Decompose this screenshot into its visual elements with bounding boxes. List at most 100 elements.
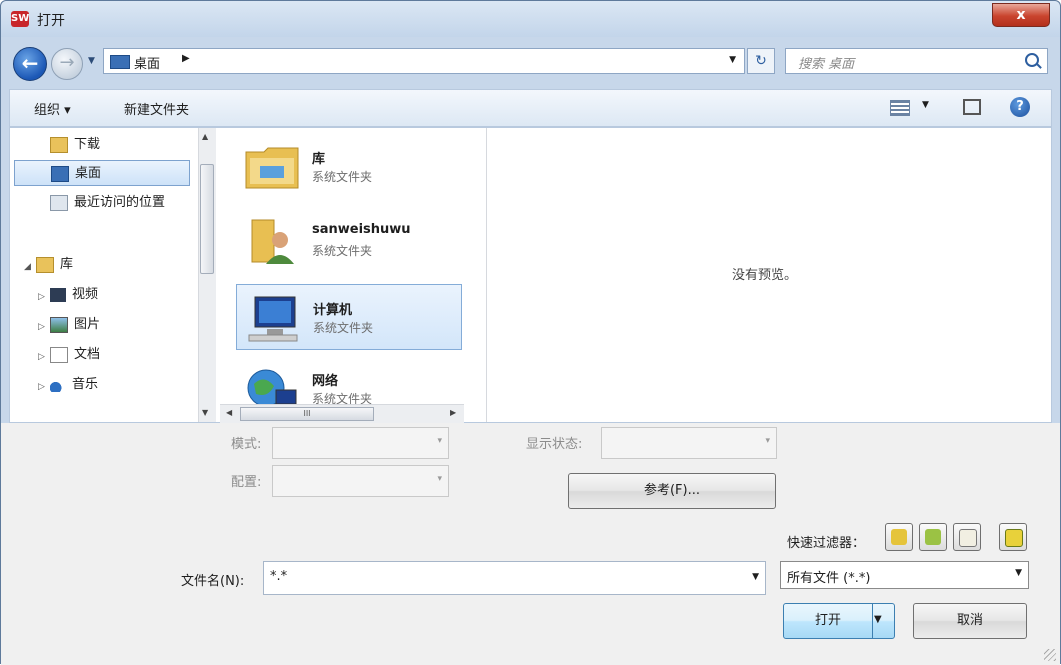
forward-button[interactable]: → (51, 48, 83, 80)
no-preview-message: 没有预览。 (732, 268, 798, 283)
documents-icon (50, 346, 68, 363)
library-icon (36, 256, 54, 273)
list-item[interactable]: sanweishuwu 系统文件夹 (236, 208, 462, 274)
file-type-select[interactable]: 所有文件 (*.*) ▼ (780, 561, 1029, 589)
file-type: 系统文件夹 (312, 244, 373, 258)
download-folder-icon (50, 136, 68, 153)
expand-documents-icon[interactable]: ▷ (38, 352, 45, 362)
search-input[interactable]: 搜索 桌面 (785, 48, 1048, 74)
sidebar-item-video[interactable]: 视频 (50, 282, 98, 308)
window-title: 打开 (37, 13, 65, 29)
view-dropdown-icon[interactable]: ▼ (922, 100, 929, 110)
desktop-icon (51, 165, 69, 182)
expand-video-icon[interactable]: ▷ (38, 292, 45, 302)
expand-music-icon[interactable]: ▷ (38, 382, 45, 392)
scroll-down-icon[interactable]: ▼ (202, 408, 208, 417)
part-filter-icon (891, 529, 907, 545)
recent-locations-dropdown[interactable]: ▼ (88, 56, 95, 66)
close-button[interactable]: x (992, 3, 1050, 27)
refresh-button[interactable]: ↻ (747, 48, 775, 74)
search-placeholder: 搜索 桌面 (798, 57, 855, 72)
scroll-right-icon[interactable]: ▶ (450, 408, 456, 417)
file-name: 计算机 (313, 303, 353, 318)
part-filter-button[interactable] (885, 523, 913, 551)
sidebar-item-libraries[interactable]: 库 (36, 252, 73, 278)
assembly-filter-icon (925, 529, 941, 545)
drawing-filter-button[interactable] (953, 523, 981, 551)
list-item[interactable]: 计算机 系统文件夹 (236, 284, 462, 350)
autocad-icon: SW (11, 11, 29, 27)
scroll-up-icon[interactable]: ▲ (202, 132, 208, 141)
chevron-right-icon[interactable]: ▶ (182, 53, 190, 64)
resize-grip[interactable] (1044, 649, 1056, 661)
address-bar[interactable]: 桌面 ▶ ▼ (103, 48, 745, 74)
browse-button[interactable]: 参考(F)... (568, 473, 776, 509)
sidebar-item-music[interactable]: 音乐 (50, 372, 98, 398)
options-panel: 模式: 配置: 显示状态: 参考(F)... 快速过滤器： 文件名(N): *.… (1, 423, 1060, 665)
assembly-filter-button[interactable] (919, 523, 947, 551)
new-folder-button[interactable]: 新建文件夹 (124, 99, 189, 118)
filename-input[interactable]: *.* ▼ (263, 561, 766, 595)
top-level-filter-button[interactable] (999, 523, 1027, 551)
display-state-select[interactable] (601, 427, 777, 459)
file-name: 库 (312, 152, 326, 167)
preview-pane-icon[interactable] (963, 99, 981, 115)
library-folder-icon (245, 147, 299, 189)
help-icon[interactable]: ? (1010, 97, 1030, 117)
display-state-label: 显示状态: (526, 437, 583, 452)
pictures-icon (50, 316, 68, 333)
sidebar-item-downloads[interactable]: 下载 (50, 132, 100, 158)
expand-libraries-icon[interactable]: ◢ (24, 262, 31, 272)
list-item[interactable]: 库 系统文件夹 (236, 134, 462, 200)
scrollbar-thumb[interactable]: III (240, 407, 374, 421)
expand-pictures-icon[interactable]: ▷ (38, 322, 45, 332)
drawing-filter-icon (959, 529, 977, 547)
navigation-pane: 下载 桌面 最近访问的位置 ◢ 库 ▷ 视频 ▷ 图片 ▷ 文档 ▷ 音乐 ▲ … (10, 128, 218, 422)
mode-label: 模式: (231, 437, 262, 452)
scrollbar-thumb[interactable] (200, 164, 214, 274)
sidebar-item-desktop[interactable]: 桌面 (14, 160, 190, 186)
computer-icon (248, 296, 298, 342)
config-select[interactable] (272, 465, 449, 497)
scroll-left-icon[interactable]: ◀ (226, 408, 232, 417)
desktop-icon (110, 55, 130, 69)
file-list-hscrollbar[interactable]: ◀ III ▶ (220, 404, 464, 423)
browser-area: 下载 桌面 最近访问的位置 ◢ 库 ▷ 视频 ▷ 图片 ▷ 文档 ▷ 音乐 ▲ … (9, 127, 1052, 423)
mode-select[interactable] (272, 427, 449, 459)
open-split-button[interactable]: 打开 ▼ (783, 603, 895, 639)
filename-label: 文件名(N): (181, 574, 245, 589)
sidebar-item-pictures[interactable]: 图片 (50, 312, 100, 338)
filename-value[interactable]: *.* (270, 569, 287, 584)
open-options-dropdown[interactable]: ▼ (874, 614, 882, 625)
video-icon (50, 287, 66, 302)
command-bar: 组织 ▾ 新建文件夹 ▼ ? (9, 89, 1052, 127)
chevron-down-icon[interactable]: ▼ (1015, 568, 1022, 578)
top-level-filter-icon (1005, 529, 1023, 547)
quick-filter-label: 快速过滤器： (787, 536, 866, 551)
search-icon[interactable] (1025, 53, 1039, 67)
file-type: 系统文件夹 (312, 170, 373, 184)
title-bar: SW 打开 x (1, 1, 1060, 37)
recent-places-icon (50, 194, 68, 211)
file-type: 系统文件夹 (313, 321, 374, 335)
file-name: 网络 (312, 374, 339, 389)
user-folder-icon (251, 219, 294, 264)
file-list: 库 系统文件夹 sanweishuwu 系统文件夹 计算机 系统文件夹 网络 系… (220, 128, 484, 422)
change-view-icon[interactable] (890, 100, 910, 116)
file-name: sanweishuwu (312, 222, 411, 237)
open-button[interactable]: 打开 (784, 604, 873, 638)
chevron-down-icon[interactable]: ▼ (729, 55, 736, 65)
preview-pane: 没有预览。 (486, 128, 1052, 422)
open-dialog: SW 打开 x ← → ▼ 桌面 ▶ ▼ ↻ 搜索 桌面 组织 ▾ 新建文件夹 … (0, 0, 1061, 665)
breadcrumb[interactable]: 桌面 (134, 53, 160, 72)
music-icon (50, 377, 66, 392)
cancel-button[interactable]: 取消 (913, 603, 1027, 639)
config-label: 配置: (231, 475, 262, 490)
file-type-value: 所有文件 (*.*) (787, 571, 871, 586)
chevron-down-icon[interactable]: ▼ (752, 572, 759, 582)
organize-button[interactable]: 组织 ▾ (34, 99, 71, 118)
sidebar-item-documents[interactable]: 文档 (50, 342, 100, 368)
navigation-scrollbar[interactable]: ▲ ▼ (198, 128, 216, 422)
back-button[interactable]: ← (13, 47, 47, 81)
sidebar-item-recent[interactable]: 最近访问的位置 (50, 190, 165, 216)
